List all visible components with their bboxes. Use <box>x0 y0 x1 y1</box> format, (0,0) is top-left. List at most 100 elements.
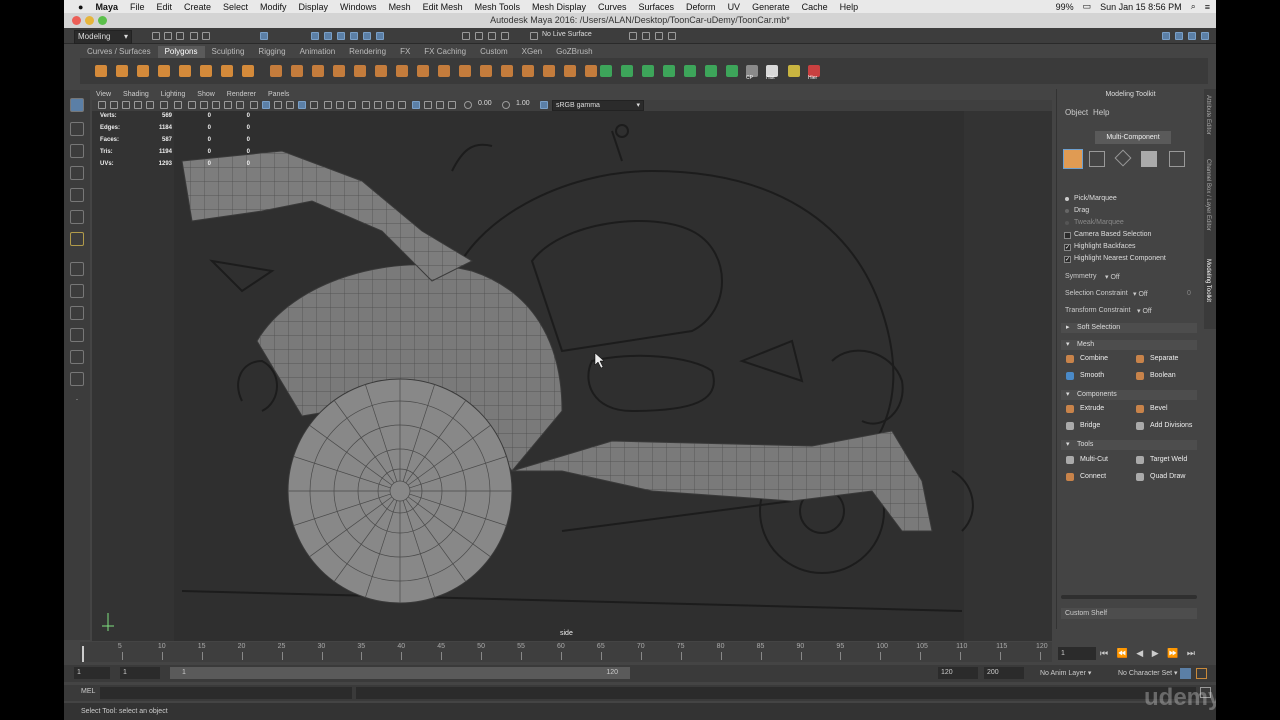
menu-deform[interactable]: Deform <box>686 2 716 12</box>
channel-box-toggle-icon[interactable] <box>1175 32 1183 40</box>
render-frame-icon[interactable] <box>642 32 650 40</box>
toolkit-menu-object[interactable]: Object <box>1065 108 1088 117</box>
character-set-dropdown[interactable]: No Character Set ▾ <box>1118 669 1178 677</box>
bridge-icon[interactable] <box>354 65 366 77</box>
combine-button[interactable]: Combine <box>1061 352 1129 365</box>
symmetry-dropdown[interactable]: ▾ Off <box>1105 273 1120 281</box>
frame-all-icon[interactable] <box>436 101 444 109</box>
separate-icon[interactable] <box>291 65 303 77</box>
multi-cut-icon[interactable] <box>417 65 429 77</box>
modeling-toolkit-tab[interactable]: Modeling Toolkit <box>1205 259 1211 302</box>
xray-joints-icon[interactable] <box>386 101 394 109</box>
select-face-icon[interactable] <box>363 32 371 40</box>
last-tool-icon[interactable] <box>70 232 84 246</box>
shelf-tab-gozbrush[interactable]: GoZBrush <box>549 46 599 58</box>
quad-draw-button[interactable]: Quad Draw <box>1131 470 1199 483</box>
camera-select-icon[interactable] <box>98 101 106 109</box>
camera-position-icon[interactable] <box>424 101 432 109</box>
persp-outliner-layout-icon[interactable] <box>70 306 84 320</box>
current-time-marker[interactable] <box>82 646 84 662</box>
menu-extras-icon[interactable]: ≡ <box>1205 2 1210 12</box>
connect-button[interactable]: Connect <box>1061 470 1129 483</box>
select-edge-icon[interactable] <box>350 32 358 40</box>
render-settings-icon[interactable] <box>668 32 676 40</box>
layout-icon[interactable] <box>1162 32 1170 40</box>
snap-together-icon[interactable] <box>663 65 675 77</box>
highlight-backfaces-checkbox[interactable]: ✓ Highlight Backfaces <box>1063 243 1135 251</box>
bridge-button[interactable]: Bridge <box>1061 419 1129 432</box>
shadows-icon[interactable] <box>310 101 318 109</box>
view-transform-selector[interactable]: sRGB gamma ▾ <box>552 100 644 111</box>
face-mode-icon[interactable] <box>1141 151 1157 167</box>
poly-torus-icon[interactable] <box>200 65 212 77</box>
reset-transform-icon[interactable] <box>642 65 654 77</box>
shelf-tab-sculpting[interactable]: Sculpting <box>205 46 252 58</box>
ipr-render-icon[interactable] <box>655 32 663 40</box>
grid-icon[interactable] <box>174 101 182 109</box>
exposure-icon[interactable] <box>464 101 472 109</box>
duplicate-special-icon[interactable] <box>726 65 738 77</box>
uv-layout-icon[interactable] <box>522 65 534 77</box>
start-time-field[interactable]: 1 <box>74 667 110 679</box>
grease-pencil-icon[interactable] <box>160 101 168 109</box>
minimize-window-button[interactable] <box>85 16 94 25</box>
menu-select[interactable]: Select <box>223 2 248 12</box>
gamma-icon[interactable] <box>502 101 510 109</box>
live-surface-icon[interactable] <box>530 32 538 40</box>
shelf-tab-fx[interactable]: FX <box>393 46 417 58</box>
textured-icon[interactable] <box>286 101 294 109</box>
xray-icon[interactable] <box>374 101 382 109</box>
shelf-tab-animation[interactable]: Animation <box>293 46 343 58</box>
snap-point-icon[interactable] <box>488 32 496 40</box>
shelf-tab-custom[interactable]: Custom <box>473 46 515 58</box>
shelf-tab-fx-caching[interactable]: FX Caching <box>417 46 473 58</box>
attribute-editor-toggle-icon[interactable] <box>1188 32 1196 40</box>
shelf-tab-rendering[interactable]: Rendering <box>342 46 393 58</box>
vertex-mode-icon[interactable] <box>1089 151 1105 167</box>
menu-modify[interactable]: Modify <box>260 2 287 12</box>
select-component-icon[interactable] <box>324 32 332 40</box>
menu-mesh-display[interactable]: Mesh Display <box>532 2 586 12</box>
playback-controls[interactable]: ⏮ ⏪ ◀ ▶ ⏩ ⏭ <box>1100 648 1198 659</box>
clock[interactable]: Sun Jan 15 8:56 PM <box>1100 2 1182 12</box>
mirror-icon[interactable] <box>333 65 345 77</box>
selection-constraint-number[interactable]: 0 <box>1187 290 1191 297</box>
xray-components-icon[interactable] <box>398 101 406 109</box>
viewport-menu-panels[interactable]: Panels <box>268 89 289 100</box>
safe-action-icon[interactable] <box>236 101 244 109</box>
shelf-tab-curves-surfaces[interactable]: Curves / Surfaces <box>80 46 158 58</box>
select-tool-icon[interactable] <box>70 98 84 112</box>
center-pivot-icon[interactable] <box>621 65 633 77</box>
custom-shelf-header[interactable]: Custom Shelf <box>1061 608 1197 619</box>
attribute-editor-tab[interactable]: Attribute Editor <box>1205 95 1211 135</box>
viewport-menu-view[interactable]: View <box>96 89 111 100</box>
menu-curves[interactable]: Curves <box>598 2 627 12</box>
snap-curve-icon[interactable] <box>475 32 483 40</box>
poly-cube-icon[interactable] <box>116 65 128 77</box>
move-tool-icon[interactable] <box>70 166 84 180</box>
new-scene-icon[interactable] <box>152 32 160 40</box>
anim-layer-dropdown[interactable]: No Anim Layer ▾ <box>1040 669 1091 677</box>
shelf-tab-xgen[interactable]: XGen <box>515 46 549 58</box>
hypershade-layout-icon[interactable] <box>70 350 84 364</box>
menu-surfaces[interactable]: Surfaces <box>639 2 675 12</box>
bookmarks-icon[interactable] <box>122 101 130 109</box>
select-vertex-icon[interactable] <box>337 32 345 40</box>
edge-mode-icon[interactable] <box>1114 149 1132 167</box>
more-layouts-icon[interactable]: · <box>70 394 84 408</box>
smooth-button[interactable]: Smooth <box>1061 369 1129 382</box>
undo-icon[interactable] <box>190 32 198 40</box>
separate-button[interactable]: Separate <box>1131 352 1199 365</box>
drag-option[interactable]: Drag <box>1063 207 1089 214</box>
smooth-shade-icon[interactable] <box>262 101 270 109</box>
target-weld-button[interactable]: Target Weld <box>1131 453 1199 466</box>
match-icon[interactable] <box>705 65 717 77</box>
animation-prefs-icon[interactable] <box>1196 668 1207 679</box>
apple-icon[interactable]: ● <box>78 2 83 12</box>
select-uv-icon[interactable] <box>376 32 384 40</box>
2d-pan-zoom-icon[interactable] <box>146 101 154 109</box>
pick-marquee-option[interactable]: Pick/Marquee <box>1063 195 1117 202</box>
playback-start-field[interactable]: 1 <box>120 667 160 679</box>
insert-loop-icon[interactable] <box>438 65 450 77</box>
poly-pyramid-icon[interactable] <box>221 65 233 77</box>
